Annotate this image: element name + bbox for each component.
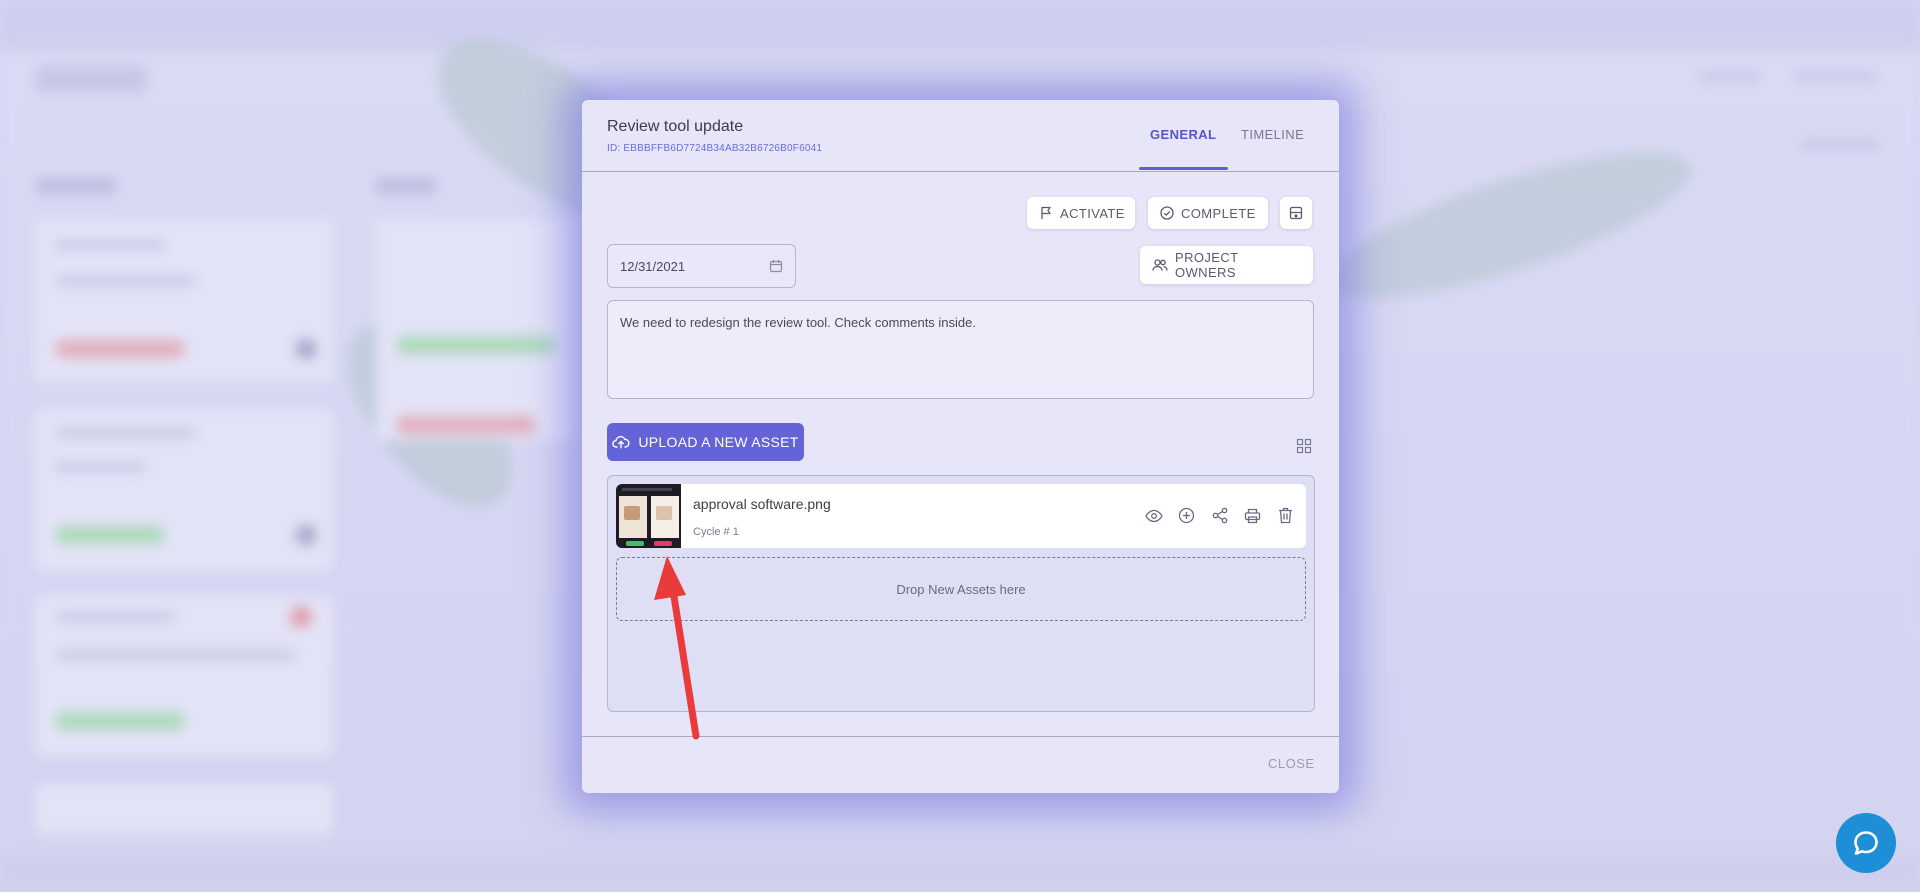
complete-label: COMPLETE: [1181, 205, 1256, 221]
active-tab-indicator: [1139, 167, 1228, 170]
activate-label: ACTIVATE: [1060, 205, 1125, 221]
tab-timeline[interactable]: TIMELINE: [1241, 127, 1304, 142]
asset-row[interactable]: approval software.png Cycle # 1: [616, 484, 1306, 548]
activate-button[interactable]: ACTIVATE: [1027, 197, 1135, 229]
due-date-value: 12/31/2021: [620, 258, 686, 274]
calendar-icon[interactable]: [769, 259, 783, 273]
task-modal: Review tool update ID: EBBBFFB6D7724B34A…: [582, 100, 1339, 793]
complete-button[interactable]: COMPLETE: [1148, 197, 1268, 229]
asset-thumbnail[interactable]: [616, 484, 681, 548]
asset-name[interactable]: approval software.png: [693, 496, 831, 512]
project-owners-button[interactable]: PROJECT OWNERS: [1140, 246, 1313, 284]
footer-divider: [582, 736, 1339, 737]
upload-asset-button[interactable]: UPLOAD A NEW ASSET: [607, 423, 804, 461]
plus-circle-icon[interactable]: [1176, 505, 1197, 526]
assets-panel: approval software.png Cycle # 1 Drop New…: [607, 475, 1315, 712]
archive-button[interactable]: [1280, 197, 1312, 229]
chat-icon: [1851, 828, 1881, 858]
description-textarea[interactable]: We need to redesign the review tool. Che…: [607, 300, 1314, 399]
share-icon[interactable]: [1209, 505, 1230, 526]
eye-icon[interactable]: [1143, 505, 1164, 526]
project-owners-label: PROJECT OWNERS: [1175, 250, 1239, 280]
print-icon[interactable]: [1242, 505, 1263, 526]
asset-actions: [1143, 505, 1296, 526]
users-icon: [1152, 258, 1168, 272]
cloud-upload-icon: [612, 435, 630, 449]
check-circle-icon: [1160, 206, 1174, 220]
modal-header: Review tool update ID: EBBBFFB6D7724B34A…: [582, 100, 1339, 172]
task-title: Review tool update: [607, 118, 744, 135]
close-button[interactable]: CLOSE: [1268, 756, 1315, 771]
upload-asset-label: UPLOAD A NEW ASSET: [638, 434, 799, 450]
grid-view-icon[interactable]: [1296, 438, 1312, 454]
asset-dropzone[interactable]: Drop New Assets here: [616, 557, 1306, 621]
flag-icon: [1039, 206, 1053, 220]
tab-general[interactable]: GENERAL: [1150, 127, 1216, 142]
task-id: ID: EBBBFFB6D7724B34AB32B6726B0F6041: [607, 143, 823, 154]
due-date-field[interactable]: 12/31/2021: [607, 244, 796, 288]
trash-icon[interactable]: [1275, 505, 1296, 526]
archive-box-icon: [1289, 206, 1303, 220]
chat-launcher-button[interactable]: [1836, 813, 1896, 873]
asset-cycle: Cycle # 1: [693, 526, 739, 538]
